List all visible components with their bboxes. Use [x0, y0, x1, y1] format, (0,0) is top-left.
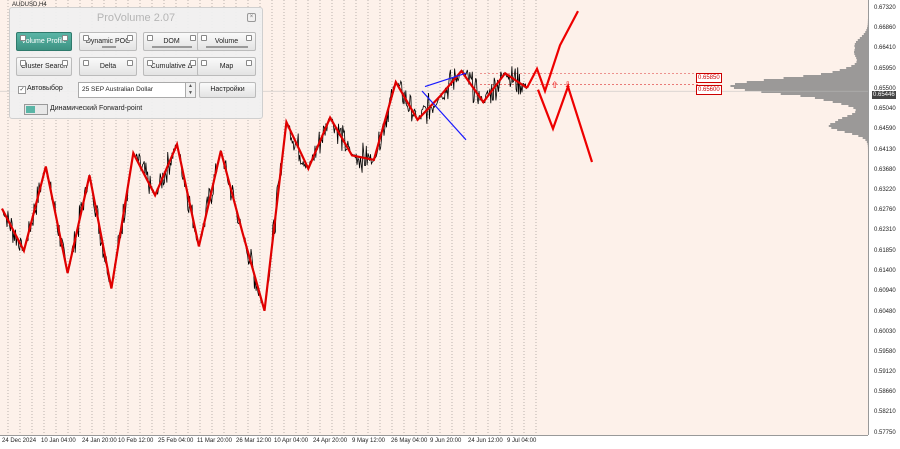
y-tick-label: 0.61850: [874, 247, 896, 254]
forward-point-toggle[interactable]: [24, 104, 48, 115]
y-tick-label: 0.64130: [874, 146, 896, 153]
cluster-search-button[interactable]: Cluster Search: [16, 57, 72, 76]
x-tick-label: 24 Jun 12:00: [468, 438, 503, 444]
x-tick-label: 24 Jan 20:00: [82, 438, 117, 444]
y-tick-label: 0.64590: [874, 126, 896, 133]
current-price-label: 0.65446: [872, 91, 896, 99]
volume-profile-label: Volume Profile: [21, 38, 67, 45]
volume-label: Volume: [214, 38, 239, 45]
chart-plot-area[interactable]: AUDUSD,H4 0.65850 0.65600 ⇧ ⇩ ProVolume …: [0, 0, 868, 435]
x-tick-label: 9 May 12:00: [352, 438, 386, 444]
level-upper-badge: 0.65850: [696, 73, 722, 83]
y-tick-label: 0.58210: [874, 409, 896, 416]
y-tick-label: 0.67320: [874, 5, 896, 11]
y-tick-label: 0.60940: [874, 288, 896, 295]
up-arrow-icon: ⇧: [551, 80, 559, 90]
x-tick-label: 11 Mar 20:00: [197, 438, 232, 444]
map-label: Map: [219, 63, 234, 70]
x-tick-label: 10 Apr 04:00: [274, 438, 309, 444]
volume-profile: [730, 19, 868, 157]
map-button[interactable]: Map: [197, 57, 256, 76]
provolume-panel: ProVolume 2.07 × Volume Profile Dynamic …: [9, 7, 263, 119]
y-tick-label: 0.66410: [874, 45, 896, 52]
dom-button[interactable]: DOM: [143, 32, 200, 51]
settings-label: Настройки: [210, 86, 245, 93]
panel-title: ProVolume 2.07: [96, 12, 176, 24]
y-tick-label: 0.63680: [874, 166, 896, 173]
y-tick-label: 0.63220: [874, 187, 896, 193]
x-tick-label: 26 May 04:00: [391, 438, 428, 444]
forecast-down-path: [536, 83, 594, 163]
y-tick-label: 0.66860: [874, 25, 896, 32]
y-tick-label: 0.58660: [874, 389, 896, 396]
x-tick-label: 26 Mar 12:00: [236, 438, 272, 444]
close-icon[interactable]: ×: [247, 13, 256, 22]
y-tick-label: 0.59120: [874, 369, 896, 375]
delta-button[interactable]: Delta: [79, 57, 137, 76]
x-tick-label: 24 Dec 2024: [2, 438, 37, 444]
delta-label: Delta: [99, 63, 117, 70]
volume-button[interactable]: Volume: [197, 32, 256, 51]
auto-select-checkbox[interactable]: ✓: [18, 86, 26, 94]
cumulative-delta-button[interactable]: Cumulative Δ: [143, 57, 200, 76]
x-tick-label: 9 Jul 04:00: [507, 438, 537, 444]
time-axis: 24 Dec 2024 10 Jan 04:00 24 Jan 20:00 10 Fe…: [0, 435, 868, 449]
auto-select-label: Автовыбор: [27, 85, 63, 92]
forecast-up-path: [526, 10, 579, 95]
dynamic-poc-button[interactable]: Dynamic POC: [79, 32, 137, 51]
level-lower-badge: 0.65600: [696, 85, 722, 95]
y-tick-label: 0.62760: [874, 207, 896, 214]
y-tick-label: 0.65950: [874, 65, 896, 72]
cumulative-delta-label: Cumulative Δ: [150, 63, 193, 70]
y-tick-label: 0.60030: [874, 328, 896, 335]
forward-point-label: Динамический Forward-point: [50, 105, 143, 112]
y-tick-label: 0.65040: [874, 106, 896, 113]
channel-upper-line: [424, 72, 467, 88]
y-tick-label: 0.61400: [874, 267, 896, 274]
x-tick-label: 10 Feb 12:00: [118, 438, 154, 444]
y-tick-label: 0.60480: [874, 308, 896, 315]
cluster-search-label: Cluster Search: [20, 63, 68, 70]
dynamic-poc-label: Dynamic POC: [85, 38, 131, 45]
volume-profile-button[interactable]: Volume Profile: [16, 32, 72, 51]
y-tick-label: 0.59580: [874, 348, 896, 355]
dom-label: DOM: [163, 38, 180, 45]
x-tick-label: 25 Feb 04:00: [158, 438, 194, 444]
down-arrow-icon: ⇩: [564, 80, 572, 90]
price-axis: 0.67320 0.66860 0.66410 0.65950 0.65500 0.650…: [868, 0, 900, 436]
select-arrows-icon[interactable]: ▲ ▼: [185, 83, 195, 97]
trading-terminal: AUDUSD,H4 0.65850 0.65600 ⇧ ⇩ ProVolume …: [0, 0, 900, 449]
settings-button[interactable]: Настройки: [199, 82, 256, 98]
y-tick-label: 0.62310: [874, 227, 896, 234]
toggle-knob: [26, 106, 35, 113]
symbol-select[interactable]: 25 SEP Australian Dollar ▲ ▼: [78, 82, 196, 98]
x-tick-label: 9 Jun 20:00: [430, 438, 462, 444]
x-tick-label: 24 Apr 20:00: [313, 438, 348, 444]
y-tick-label: 0.57750: [874, 429, 896, 436]
x-tick-label: 10 Jan 04:00: [41, 438, 76, 444]
symbol-select-value: 25 SEP Australian Dollar: [82, 86, 154, 93]
